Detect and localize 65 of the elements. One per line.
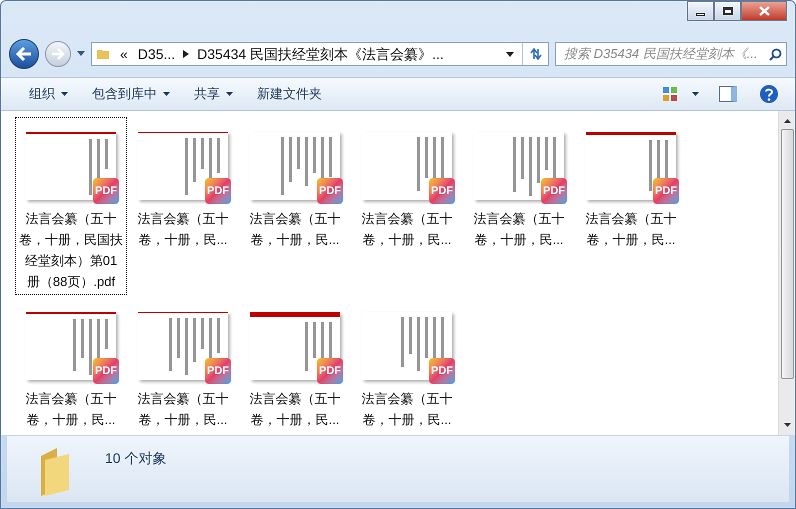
right-arrow-icon [51,48,65,60]
file-item[interactable]: PDF 法言会纂（五十卷，十册，民... [463,117,575,253]
pdf-badge: PDF [317,178,343,204]
address-bar[interactable]: « D35... D35434 民国扶经堂刻本《法言会纂》... [91,42,549,66]
minimize-icon [696,12,705,16]
file-name: 法言会纂（五十卷，十册，民... [24,390,118,429]
breadcrumb[interactable]: D35434 民国扶经堂刻本《法言会纂》... [197,44,444,64]
left-arrow-icon [16,47,32,61]
up-arrow-icon [784,119,790,123]
file-name: 法言会纂（五十卷，十册，民国扶经堂刻本）第01册（88页）.pdf [19,210,123,291]
file-item[interactable]: PDF 法言会纂（五十卷，十册，民... [239,297,351,433]
file-name: 法言会纂（五十卷，十册，民... [136,210,230,249]
help-icon[interactable] [759,84,779,104]
search-icon [769,48,782,60]
file-item[interactable]: PDF 法言会纂（五十卷，十册，民... [127,297,239,433]
file-name: 法言会纂（五十卷，十册，民... [136,390,230,429]
down-arrow-icon [784,423,790,427]
file-name: 法言会纂（五十卷，十册，民... [360,390,454,429]
scrollbar[interactable] [778,111,795,435]
file-item[interactable]: PDF 法言会纂（五十卷，十册，民... [351,297,463,433]
back-button[interactable] [9,39,39,69]
file-name: 法言会纂（五十卷，十册，民... [472,210,566,249]
breadcrumb[interactable]: D35... [138,44,176,64]
toolbar-button[interactable]: 组织 [17,78,80,110]
pdf-badge: PDF [653,178,679,204]
refresh-arrows-icon [528,48,542,60]
file-item[interactable]: PDF 法言会纂（五十卷，十册，民... [127,117,239,253]
file-item[interactable]: PDF 法言会纂（五十卷，十册，民... [575,117,687,253]
pdf-badge: PDF [317,358,343,384]
pdf-badge: PDF [205,178,231,204]
close-button[interactable] [741,1,787,21]
file-item[interactable]: PDF 法言会纂（五十卷，十册，民... [239,117,351,253]
view-options-button[interactable] [662,86,699,102]
file-name: 法言会纂（五十卷，十册，民... [248,210,342,249]
pdf-badge: PDF [429,178,455,204]
toolbar-button[interactable]: 包含到库中 [80,78,182,110]
pdf-badge: PDF [93,178,119,204]
overflow-chevron[interactable]: « [120,44,128,64]
dropdown-arrow-icon[interactable] [506,52,514,56]
pdf-badge: PDF [93,358,119,384]
toolbar-button[interactable]: 共享 [182,78,245,110]
caret-icon [61,92,68,96]
maximize-icon [722,7,732,15]
file-item[interactable]: PDF 法言会纂（五十卷，十册，民... [15,297,127,433]
caret-icon [163,92,170,96]
separator-arrow-icon[interactable] [183,50,190,58]
caret-icon [226,92,233,96]
pdf-badge: PDF [205,358,231,384]
pdf-badge: PDF [541,178,567,204]
file-item[interactable]: PDF 法言会纂（五十卷，十册，民... [351,117,463,253]
file-name: 法言会纂（五十卷，十册，民... [248,390,342,429]
folder-icon [96,47,110,61]
file-item[interactable]: PDF 法言会纂（五十卷，十册，民国扶经堂刻本）第01册（88页）.pdf [15,117,127,295]
caret-icon [692,92,699,96]
maximize-button[interactable] [714,1,741,21]
item-count: 10 个对象 [105,449,166,468]
preview-pane-button[interactable] [719,86,737,102]
toolbar-button[interactable]: 新建文件夹 [245,78,334,110]
file-name: 法言会纂（五十卷，十册，民... [584,210,678,249]
minimize-button[interactable] [687,1,714,21]
forward-button[interactable] [45,41,71,67]
view-grid-icon [662,86,678,102]
pdf-badge: PDF [429,358,455,384]
file-name: 法言会纂（五十卷，十册，民... [360,210,454,249]
close-icon [758,6,770,16]
